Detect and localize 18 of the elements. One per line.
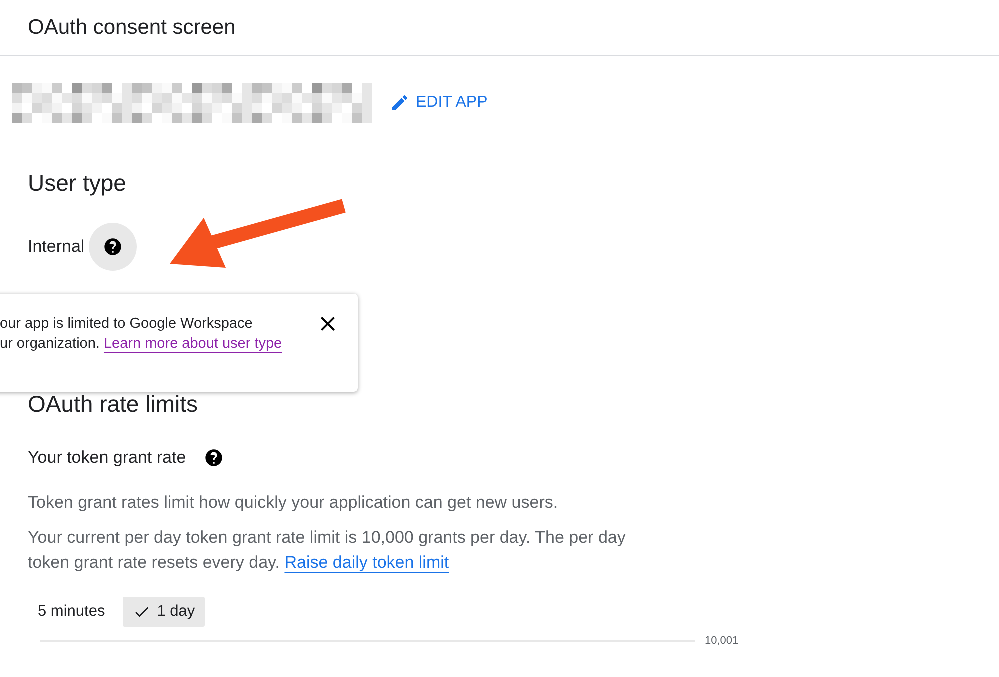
subsection-heading: Your token grant rate — [28, 448, 186, 468]
learn-more-link[interactable]: Learn more about user type — [104, 336, 282, 352]
limit-text: Your current per day token grant rate limit is 10,000 grants per day. The per day token grant rate resets every day. Raise daily token limit — [28, 527, 627, 574]
user-type-value: Internal — [28, 237, 85, 257]
section-heading: OAuth rate limits — [28, 391, 199, 418]
axis-label: 10,001 — [705, 635, 739, 647]
range-toggle[interactable]: 5 minutes — [28, 597, 116, 627]
range-toggle[interactable]: 1 day — [123, 597, 206, 627]
help-icon[interactable] — [204, 448, 224, 468]
pencil-icon — [390, 93, 410, 113]
tooltip-text: our app is limited to Google Workspace ur organization. Learn more about user type — [0, 315, 282, 354]
page-title: OAuth consent screen — [28, 16, 236, 40]
raise-limit-link[interactable]: Raise daily token limit — [284, 553, 450, 572]
edit-app-button[interactable]: EDIT APP — [386, 89, 492, 117]
help-button[interactable] — [88, 223, 137, 271]
section-heading: User type — [28, 170, 128, 197]
help-icon — [102, 237, 123, 257]
description-text: Token grant rates limit how quickly your application can get new users. — [28, 492, 560, 514]
